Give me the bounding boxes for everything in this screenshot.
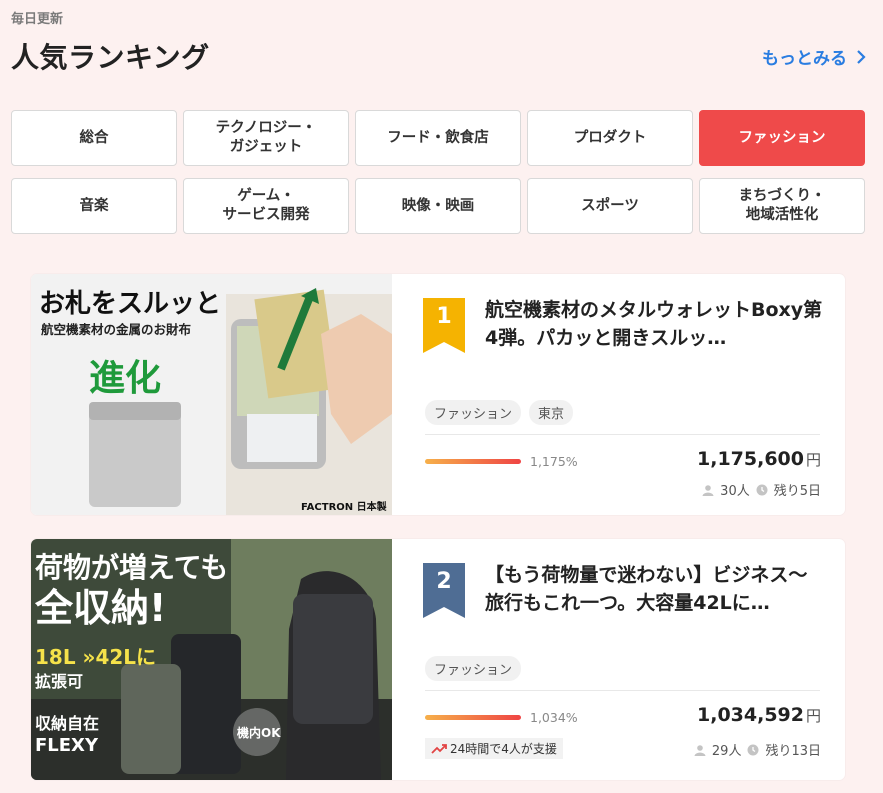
category-tab-technology[interactable]: テクノロジー・ ガジェット xyxy=(183,110,349,166)
category-tab-music[interactable]: 音楽 xyxy=(11,178,177,234)
progress-bar xyxy=(425,459,521,464)
rank-badge: 1 xyxy=(423,298,465,353)
project-meta: 29人 残り13日 xyxy=(694,740,821,759)
supporter-count: 29人 xyxy=(711,744,742,759)
tag[interactable]: ファッション xyxy=(425,400,522,425)
project-card[interactable]: お札をスルッと 航空機素材の金属のお財布 進化 FACTRON 日本製 1 航空… xyxy=(31,274,845,515)
days-remaining: 残り13日 xyxy=(765,744,821,759)
trend-up-icon xyxy=(431,743,447,754)
category-tab-games[interactable]: ゲーム・ サービス開発 xyxy=(183,178,349,234)
rank-badge: 2 xyxy=(423,563,465,618)
category-tab-sports[interactable]: スポーツ xyxy=(527,178,693,234)
thumb-big: 進化 xyxy=(89,358,161,399)
progress-bar xyxy=(425,715,521,720)
thumb-sub: 航空機素材の金属のお財布 xyxy=(41,322,192,337)
project-thumbnail[interactable]: お札をスルッと 航空機素材の金属のお財布 進化 FACTRON 日本製 xyxy=(31,274,392,515)
clock-icon xyxy=(747,744,759,755)
user-icon xyxy=(694,744,706,756)
thumb-feature: 収納自在 xyxy=(35,714,99,733)
more-link-label: もっとみる xyxy=(762,49,847,69)
user-icon xyxy=(702,484,714,496)
project-meta: 30人 残り5日 xyxy=(702,480,821,499)
tag-list: ファッション 東京 xyxy=(425,400,574,425)
thumb-expand2: 拡張可 xyxy=(35,672,83,691)
thumb-expand: 18L »42Lに xyxy=(35,645,156,669)
clock-icon xyxy=(756,484,768,495)
divider xyxy=(425,690,820,691)
funding-amount: 1,034,592 円 xyxy=(697,704,821,726)
tag[interactable]: ファッション xyxy=(425,656,522,681)
support-note: 24時間で4人が支援 xyxy=(425,738,563,759)
category-tab-product[interactable]: プロダクト xyxy=(527,110,693,166)
thumb-headline: お札をスルッと xyxy=(39,289,221,319)
category-tab-film[interactable]: 映像・映画 xyxy=(355,178,521,234)
thumb-line1: 荷物が増えても xyxy=(35,551,228,584)
page-title: 人気ランキング xyxy=(11,41,210,74)
tag-list: ファッション xyxy=(425,656,522,681)
project-title[interactable]: 航空機素材のメタルウォレットBoxy第4弾。パカッと開きスルッ… xyxy=(485,296,825,356)
project-thumbnail[interactable]: 荷物が増えても 全収納! 18L »42Lに 拡張可 収納自在 FLEXY 機内… xyxy=(31,539,392,780)
project-card[interactable]: 荷物が増えても 全収納! 18L »42Lに 拡張可 収納自在 FLEXY 機内… xyxy=(31,539,845,780)
supporter-count: 30人 xyxy=(720,484,750,499)
eyebrow-label: 毎日更新 xyxy=(11,12,64,27)
funding-amount: 1,175,600 円 xyxy=(697,448,821,470)
thumb-brand: FLEXY xyxy=(35,735,99,756)
chevron-right-icon xyxy=(857,49,866,64)
project-title[interactable]: 【もう荷物量で迷わない】ビジネス～旅行もこれ一つ。大容量42Lに… xyxy=(485,561,825,621)
more-link[interactable]: もっとみる xyxy=(762,44,867,69)
thumb-badge: 機内OK xyxy=(237,725,281,740)
days-remaining: 残り5日 xyxy=(773,484,821,499)
progress-percent: 1,034% xyxy=(530,710,578,725)
category-tabs: 総合 テクノロジー・ ガジェット フード・飲食店 プロダクト ファッション 音楽… xyxy=(11,110,865,234)
thumb-brand: FACTRON 日本製 xyxy=(301,500,387,513)
category-tab-community[interactable]: まちづくり・ 地域活性化 xyxy=(699,178,865,234)
tag[interactable]: 東京 xyxy=(529,400,574,425)
category-tab-food[interactable]: フード・飲食店 xyxy=(355,110,521,166)
thumb-line2: 全収納! xyxy=(34,586,166,630)
divider xyxy=(425,434,820,435)
category-tab-fashion[interactable]: ファッション xyxy=(699,110,865,166)
progress-percent: 1,175% xyxy=(530,454,578,469)
category-tab-overall[interactable]: 総合 xyxy=(11,110,177,166)
